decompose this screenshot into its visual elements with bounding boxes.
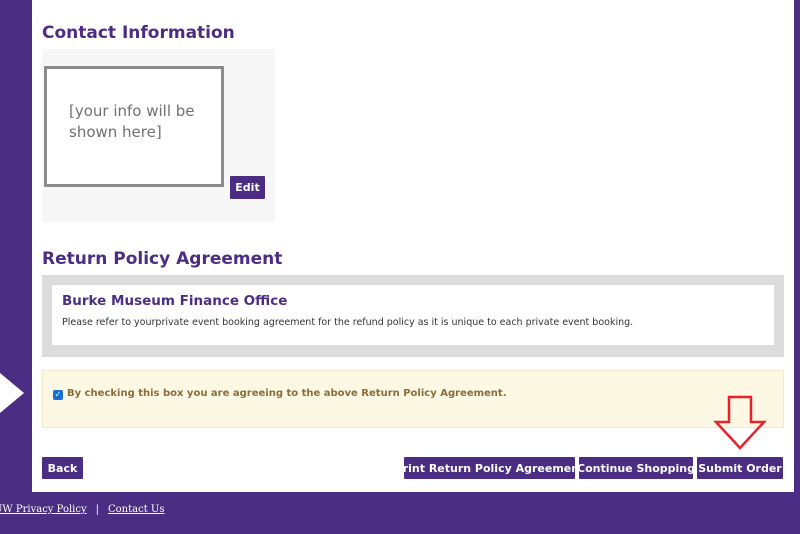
return-policy-content: Burke Museum Finance Office Please refer… <box>52 285 774 345</box>
policy-text: Please refer to yourprivate event bookin… <box>62 317 634 328</box>
policy-org-name: Burke Museum Finance Office <box>62 293 288 309</box>
return-policy-heading: Return Policy Agreement <box>42 249 283 269</box>
privacy-policy-link[interactable]: UW Privacy Policy <box>0 504 87 515</box>
continue-shopping-button[interactable]: Continue Shopping <box>577 457 695 479</box>
contact-info-placeholder: [your info will be shown here] <box>69 102 195 141</box>
agree-checkbox[interactable]: ✓ <box>53 390 63 400</box>
contact-info-frame: [your info will be shown here] <box>44 66 224 187</box>
footer: UW Privacy Policy | Contact Us <box>0 504 164 515</box>
arrow-right-icon <box>0 373 24 413</box>
agree-label[interactable]: By checking this box you are agreeing to… <box>67 388 507 399</box>
arrow-down-icon <box>713 395 767 450</box>
footer-separator: | <box>95 504 99 515</box>
contact-us-link[interactable]: Contact Us <box>108 504 164 515</box>
print-policy-button[interactable]: Print Return Policy Agreement <box>395 457 584 479</box>
edit-contact-button[interactable]: Edit <box>230 176 265 199</box>
submit-order-button[interactable]: Submit Order <box>697 457 783 479</box>
back-button[interactable]: Back <box>42 457 83 479</box>
contact-info-heading: Contact Information <box>42 23 235 43</box>
agreement-alert: ✓ By checking this box you are agreeing … <box>42 370 784 428</box>
return-policy-box: Burke Museum Finance Office Please refer… <box>42 275 784 357</box>
